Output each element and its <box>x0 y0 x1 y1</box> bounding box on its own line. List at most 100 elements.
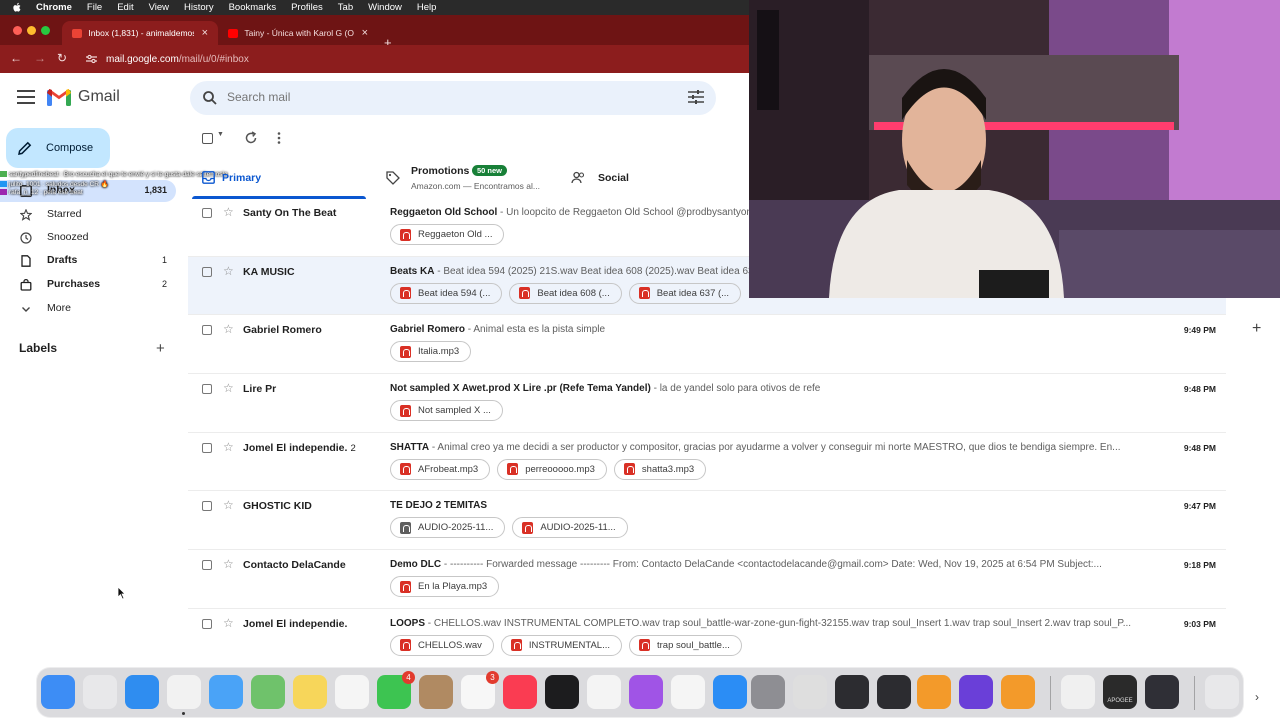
menu-file[interactable]: File <box>87 2 102 13</box>
email-row[interactable]: ☆ Lire Pr Not sampled X Awet.prod X Lire… <box>188 374 1226 433</box>
select-dropdown-icon[interactable]: ▼ <box>217 131 224 138</box>
refresh-icon[interactable] <box>244 131 258 145</box>
minimize-window-button[interactable] <box>27 26 36 35</box>
facetime-icon[interactable]: 4 <box>377 671 415 709</box>
menu-tab[interactable]: Tab <box>338 2 353 13</box>
attachment-chip[interactable]: Beat idea 637 (... <box>628 282 742 304</box>
attachment-chip[interactable]: AUDIO-2025-11... <box>390 517 506 539</box>
star-icon[interactable]: ☆ <box>223 322 234 336</box>
search-icon[interactable] <box>202 90 218 106</box>
launchpad-icon[interactable] <box>83 675 117 709</box>
apple-tv-icon[interactable] <box>545 675 579 709</box>
attachment-chip[interactable]: AFrobeat.mp3 <box>390 458 491 480</box>
star-icon[interactable]: ☆ <box>223 264 234 278</box>
tab-promotions[interactable]: Promotions 50 new Amazon.com — Encontram… <box>380 157 560 199</box>
close-tab-icon[interactable]: × <box>362 27 368 39</box>
row-checkbox[interactable] <box>202 266 212 277</box>
audio-plugin-icon[interactable] <box>835 675 869 709</box>
browser-tab-youtube[interactable]: Tainy - Única with Karol G (O × <box>218 21 378 45</box>
more-vertical-icon[interactable] <box>276 131 282 145</box>
system-settings-icon[interactable] <box>751 675 785 709</box>
search-input[interactable] <box>227 90 647 104</box>
reminders-icon[interactable]: 3 <box>461 671 499 709</box>
attachment-chip[interactable]: shatta3.mp3 <box>613 458 707 480</box>
attachment-chip[interactable]: Beat idea 594 (... <box>390 282 503 304</box>
podcasts-icon[interactable] <box>629 675 663 709</box>
menu-window[interactable]: Window <box>368 2 402 13</box>
star-icon[interactable]: ☆ <box>223 616 234 630</box>
star-icon[interactable]: ☆ <box>223 440 234 454</box>
menu-help[interactable]: Help <box>417 2 437 13</box>
contacts-icon[interactable] <box>419 675 453 709</box>
apogee-icon[interactable]: APOGEE <box>1103 675 1137 709</box>
email-row[interactable]: ☆ GHOSTIC KID TE DEJO 2 TEMITAS 9:47 PM … <box>188 491 1226 551</box>
row-checkbox[interactable] <box>202 325 212 336</box>
add-label-icon[interactable]: + <box>156 340 165 357</box>
forward-arrow-icon[interactable]: → <box>34 51 46 65</box>
safari-icon[interactable] <box>125 675 159 709</box>
attachment-chip[interactable]: Reggaeton Old ... <box>390 224 505 245</box>
row-checkbox[interactable] <box>202 618 212 629</box>
sidebar-item-drafts[interactable]: Drafts 1 <box>0 250 176 272</box>
close-window-button[interactable] <box>13 26 22 35</box>
attachment-chip[interactable]: trap soul_battle... <box>629 634 742 656</box>
fl-studio-icon[interactable] <box>1001 675 1035 709</box>
get-addons-icon[interactable]: + <box>1252 320 1261 338</box>
row-checkbox[interactable] <box>202 384 212 395</box>
notes-icon[interactable] <box>293 675 327 709</box>
star-icon[interactable]: ☆ <box>223 205 234 219</box>
attachment-chip[interactable]: Italia.mp3 <box>390 341 472 363</box>
search-bar[interactable] <box>190 81 716 115</box>
attachment-chip[interactable]: Not sampled X ... <box>390 400 503 422</box>
apple-menu-icon[interactable] <box>12 2 22 13</box>
app-store-icon[interactable] <box>713 675 747 709</box>
reload-icon[interactable]: ↻ <box>57 51 67 65</box>
maps-icon[interactable] <box>251 675 285 709</box>
numbers-icon[interactable] <box>671 675 705 709</box>
search-options-icon[interactable] <box>688 90 704 104</box>
iphone-mirroring-icon[interactable] <box>793 675 827 709</box>
freeform-icon[interactable] <box>335 675 369 709</box>
gmail-logo-icon[interactable] <box>47 88 71 106</box>
email-row[interactable]: ☆ Jomel El independie. 2 SHATTA - Animal … <box>188 433 1226 492</box>
row-checkbox[interactable] <box>202 560 212 571</box>
attachment-chip[interactable]: Beat idea 608 (... <box>509 282 622 304</box>
attachment-chip[interactable]: INSTRUMENTAL... <box>500 634 622 656</box>
email-row[interactable]: ☆ Jomel El independie. LOOPS - CHELLOS.w… <box>188 609 1226 658</box>
utorrent-icon[interactable] <box>1061 675 1095 709</box>
row-checkbox[interactable] <box>202 442 212 453</box>
menu-edit[interactable]: Edit <box>117 2 133 13</box>
site-settings-icon[interactable] <box>86 54 97 64</box>
sidebar-item-starred[interactable]: Starred <box>0 204 176 226</box>
address-bar[interactable]: mail.google.com/mail/u/0/#inbox <box>86 49 249 69</box>
fl-studio-icon[interactable] <box>917 675 951 709</box>
attachment-chip[interactable]: En la Playa.mp3 <box>390 576 500 598</box>
finder-icon[interactable] <box>41 675 75 709</box>
mail-icon[interactable] <box>209 675 243 709</box>
attachment-chip[interactable]: perreooooo.mp3 <box>497 458 607 480</box>
close-tab-icon[interactable]: × <box>202 27 208 39</box>
email-row[interactable]: ☆ Contacto DelaCande Demo DLC - --------… <box>188 550 1226 609</box>
star-icon[interactable]: ☆ <box>223 557 234 571</box>
browser-tab-gmail[interactable]: Inbox (1,831) - animaldemos × <box>62 21 218 45</box>
sidebar-item-more[interactable]: More <box>0 298 176 320</box>
audio-mixer-icon[interactable] <box>877 675 911 709</box>
attachment-chip[interactable]: CHELLOS.wav <box>390 634 494 656</box>
back-arrow-icon[interactable]: ← <box>10 51 22 65</box>
menu-profiles[interactable]: Profiles <box>291 2 323 13</box>
menu-bookmarks[interactable]: Bookmarks <box>229 2 277 13</box>
menu-view[interactable]: View <box>149 2 169 13</box>
chrome-icon[interactable] <box>167 675 201 715</box>
select-all-checkbox[interactable] <box>202 133 213 144</box>
music-icon[interactable] <box>503 675 537 709</box>
tab-social[interactable]: Social <box>565 157 745 199</box>
main-menu-icon[interactable] <box>17 90 35 104</box>
row-checkbox[interactable] <box>202 208 212 218</box>
compose-button[interactable]: Compose <box>6 128 110 168</box>
star-icon[interactable]: ☆ <box>223 498 234 512</box>
ableton-icon[interactable] <box>959 675 993 709</box>
zoom-window-button[interactable] <box>41 26 50 35</box>
email-row[interactable]: ☆ Gabriel Romero Gabriel Romero - Animal… <box>188 315 1226 375</box>
tab-primary[interactable]: Primary <box>192 157 366 199</box>
sidebar-item-snoozed[interactable]: Snoozed <box>0 227 176 249</box>
